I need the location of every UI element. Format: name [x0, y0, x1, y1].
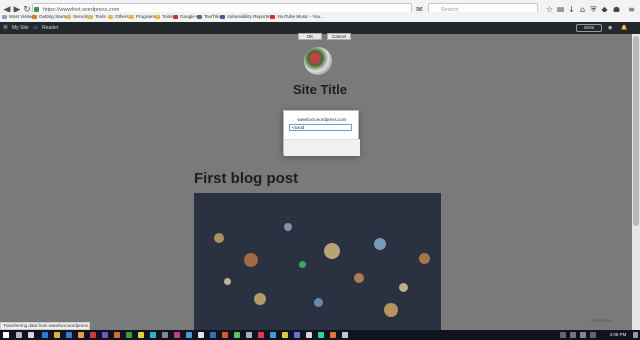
bookmark-item[interactable]: Tex/Tile	[197, 13, 220, 21]
app-icon[interactable]	[294, 332, 300, 338]
bookmark-item[interactable]: Others	[108, 13, 129, 21]
store-icon[interactable]	[66, 332, 72, 338]
app-icon[interactable]	[306, 332, 312, 338]
status-text: Transferring data from wwwfoot.wordpress…	[0, 322, 90, 330]
bookmarks-bar: Most Visited Getting Started Security To…	[0, 12, 640, 22]
app-icon[interactable]	[282, 332, 288, 338]
app-icon[interactable]	[198, 332, 204, 338]
windows-start-icon[interactable]	[3, 332, 9, 338]
app-icon[interactable]	[342, 332, 348, 338]
firefox-icon[interactable]	[114, 332, 120, 338]
app-icon[interactable]	[174, 332, 180, 338]
bookmark-item[interactable]: Getting Started	[32, 13, 70, 21]
customize-label: Customize	[590, 318, 612, 323]
customize-button[interactable]: Customize	[590, 318, 611, 323]
avatar-icon[interactable]: ◉	[608, 22, 612, 34]
edge-icon[interactable]	[42, 332, 48, 338]
post-title[interactable]: First blog post	[194, 170, 444, 187]
bookmark-item[interactable]: Tools	[155, 13, 173, 21]
app-icon[interactable]	[102, 332, 108, 338]
bookmark-item[interactable]: Google+	[173, 13, 198, 21]
app-icon[interactable]	[126, 332, 132, 338]
app-icon[interactable]	[162, 332, 168, 338]
notification-center-icon[interactable]	[633, 332, 638, 338]
bookmark-item[interactable]: Tools	[88, 13, 106, 21]
app-icon[interactable]	[210, 332, 216, 338]
reader-link[interactable]: Reader	[42, 22, 58, 34]
reader-icon[interactable]: ▭	[33, 22, 38, 34]
app-icon[interactable]	[330, 332, 336, 338]
app-icon[interactable]	[318, 332, 324, 338]
tray-icon[interactable]	[560, 332, 566, 338]
app-icon[interactable]	[186, 332, 192, 338]
my-site-link[interactable]: My Site	[12, 22, 29, 34]
volume-icon[interactable]	[580, 332, 586, 338]
prompt-dialog: wwwfoot.wordpress.com <svod	[283, 110, 360, 156]
task-view-icon[interactable]	[28, 332, 34, 338]
app-icon[interactable]	[90, 332, 96, 338]
app-icon[interactable]	[270, 332, 276, 338]
app-icon[interactable]	[222, 332, 228, 338]
site-logo[interactable]	[304, 47, 332, 75]
wordpress-icon[interactable]: Ⓦ	[3, 22, 8, 34]
taskbar-clock[interactable]: 4:08 PM	[603, 330, 633, 340]
app-icon[interactable]	[234, 332, 240, 338]
dialog-origin: wwwfoot.wordpress.com	[297, 117, 347, 122]
app-icon[interactable]	[246, 332, 252, 338]
app-icon[interactable]	[258, 332, 264, 338]
cancel-button[interactable]: Cancel	[327, 33, 351, 40]
dialog-footer	[284, 139, 360, 156]
bookmark-item[interactable]: Most Visited	[2, 13, 34, 21]
ok-button[interactable]: OK	[298, 33, 322, 40]
file-explorer-icon[interactable]	[54, 332, 60, 338]
network-icon[interactable]	[570, 332, 576, 338]
post-featured-image	[194, 193, 441, 330]
bookmark-item[interactable]: YouTube Music - You...	[270, 13, 324, 21]
bookmark-item[interactable]: Security	[66, 13, 90, 21]
app-icon[interactable]	[150, 332, 156, 338]
site-title[interactable]: Site Title	[250, 82, 390, 97]
dialog-text-input[interactable]: <svod	[289, 124, 352, 131]
taskbar	[0, 330, 640, 340]
scrollbar-thumb[interactable]	[633, 36, 639, 226]
bookmark-item[interactable]: Programs	[129, 13, 156, 21]
battery-icon[interactable]	[590, 332, 596, 338]
app-icon[interactable]	[78, 332, 84, 338]
notifications-icon[interactable]: 🔔	[621, 22, 627, 34]
bookmark-item[interactable]: Vulnerability Reporting	[220, 13, 273, 21]
search-icon[interactable]	[16, 332, 22, 338]
write-button[interactable]: Write	[576, 24, 602, 32]
app-icon[interactable]	[138, 332, 144, 338]
